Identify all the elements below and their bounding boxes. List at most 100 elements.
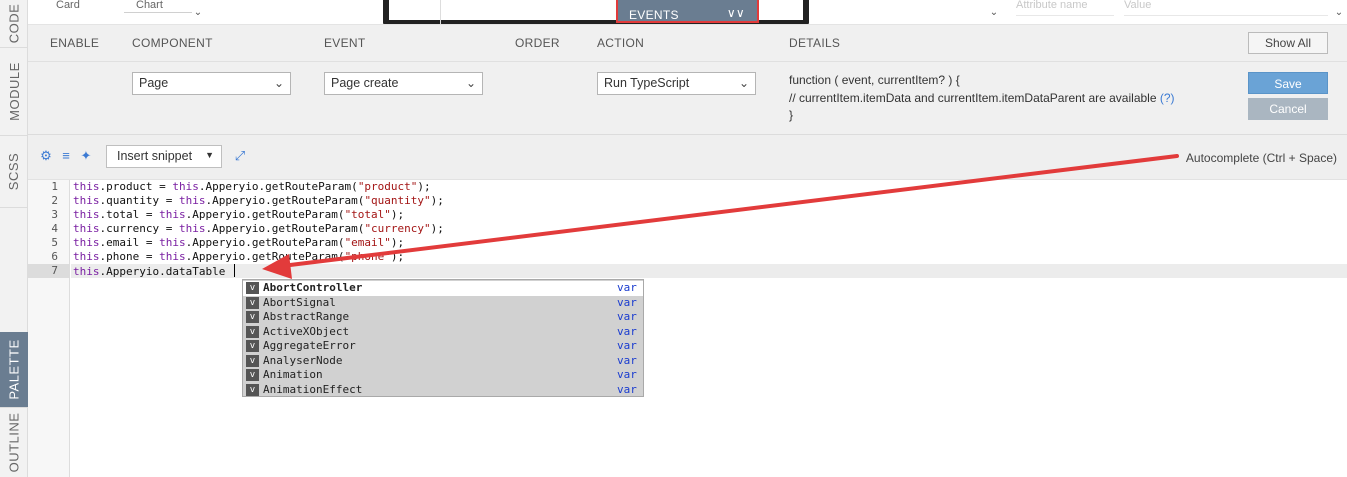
column-action: ACTION [597,36,645,50]
tab-code-label: CODE [6,3,22,44]
keyword-this: this [73,194,100,207]
code-token: ); [390,236,405,249]
events-tab-label: EVENTS [629,8,679,22]
chevron-down-icon: ⌄ [738,76,749,90]
code-token: .Apperyio.getRouteParam( [205,222,365,235]
autocomplete-item-type: var [617,295,637,309]
keyword-this: this [73,250,100,263]
tab-module-label: MODULE [6,62,22,121]
tab-palette[interactable]: PALETTE [0,332,28,408]
indent-icon[interactable]: ≡ [59,149,73,163]
autocomplete-item[interactable]: v AnalyserNode var [243,354,643,369]
event-row: Page ⌄ Page create ⌄ Run TypeScript ⌄ fu… [28,62,1347,135]
palette-item-chart[interactable]: Chart [136,0,163,11]
cancel-button[interactable]: Cancel [1248,98,1328,120]
chevron-down-icon: ⌄ [465,76,476,90]
keyword-this: this [73,208,100,221]
show-all-button[interactable]: Show All [1248,32,1328,54]
column-component: COMPONENT [132,36,213,50]
details-comment: // currentItem.itemData and currentItem.… [789,90,1175,108]
variable-icon: v [246,311,259,323]
attribute-name-input[interactable]: Attribute name [1016,0,1114,16]
events-panel-tab[interactable]: EVENTS ∨∨ [616,0,759,23]
code-line: this.phone = this.Apperyio.getRouteParam… [73,250,404,264]
autocomplete-item-name: AggregateError [263,339,356,352]
autocomplete-item-name: AnimationEffect [263,382,363,396]
chevron-down-icon[interactable]: ⌄ [987,6,1001,20]
autocomplete-item[interactable]: v Animation var [243,368,643,383]
component-select[interactable]: Page ⌄ [132,72,291,95]
autocomplete-item[interactable]: v AbstractRange var [243,310,643,325]
keyword-this: this [159,208,186,221]
save-button[interactable]: Save [1248,72,1328,94]
code-line: this.product = this.Apperyio.getRoutePar… [73,180,431,194]
palette-item-card[interactable]: Card [56,0,80,11]
chevron-down-icon: ⌄ [273,76,284,90]
left-tab-rail: CODE MODULE SCSS PALETTE OUTLINE [0,0,28,477]
code-token: .Apperyio.getRouteParam( [198,180,358,193]
code-token: .Apperyio.getRouteParam( [205,194,365,207]
autocomplete-item[interactable]: v AbortSignal var [243,296,643,311]
tab-palette-label: PALETTE [6,339,22,400]
keyword-this: this [178,222,206,235]
line-number: 3 [51,208,58,221]
autocomplete-item[interactable]: v ActiveXObject var [243,325,643,340]
autocomplete-item-name: AnalyserNode [263,353,343,367]
keyword-this: this [73,222,100,235]
string-literal: "total" [344,208,391,221]
insert-snippet-dropdown[interactable]: Insert snippet ▼ [106,145,222,168]
component-select-value: Page [139,76,169,90]
chevron-down-icon[interactable]: ⌄ [1332,6,1346,20]
event-select-value: Page create [331,76,399,90]
line-number: 1 [51,180,58,193]
code-token: .Apperyio.getRouteParam( [185,236,345,249]
code-line: this.currency = this.Apperyio.getRoutePa… [73,222,444,236]
autocomplete-item-name: Animation [263,368,323,381]
autocomplete-item[interactable]: v AnimationEffect var [243,383,643,398]
action-select[interactable]: Run TypeScript ⌄ [597,72,756,95]
autocomplete-hint: Autocomplete (Ctrl + Space) [1185,151,1337,165]
keyword-this: this [159,236,186,249]
line-number: 2 [51,194,58,207]
variable-icon: v [246,340,259,352]
code-token: .total = [99,208,160,221]
tab-scss-label: SCSS [6,152,22,191]
event-select[interactable]: Page create ⌄ [324,72,483,95]
caret-down-icon: ▼ [205,150,214,160]
tab-module[interactable]: MODULE [0,48,28,136]
column-order: ORDER [515,36,560,50]
details-close-brace: } [789,108,794,122]
line-number: 4 [51,222,58,235]
line-number: 7 [51,264,58,277]
string-literal: "currency" [364,222,431,235]
column-details: DETAILS [789,36,841,50]
autocomplete-item[interactable]: v AggregateError var [243,339,643,354]
chevron-down-icon[interactable]: ⌄ [191,6,205,20]
wand-icon[interactable]: ✦ [79,149,93,163]
keyword-this: this [73,236,100,249]
autocomplete-item-type: var [617,310,637,323]
code-token: ); [390,208,405,221]
code-editor[interactable]: 1 2 3 4 5 6 7 this.product = this.Appery… [28,180,1347,477]
active-line-highlight [71,264,1347,278]
tab-scss[interactable]: SCSS [0,136,28,208]
keyword-this: this [73,265,100,278]
help-link[interactable]: (?) [1160,91,1175,105]
details-comment-text: // currentItem.itemData and currentItem.… [789,90,1157,105]
tab-outline[interactable]: OUTLINE [0,408,28,477]
autocomplete-item-type: var [617,339,637,352]
code-token: .product = [99,180,173,193]
column-event: EVENT [324,36,366,50]
gear-icon[interactable]: ⚙ [39,149,53,163]
attribute-value-input[interactable]: Value [1124,0,1328,16]
fullscreen-icon[interactable]: ⤢ [233,149,247,163]
variable-icon: v [246,369,259,381]
autocomplete-item-name: AbortSignal [263,295,336,309]
string-literal: "email" [344,236,391,249]
column-enable: ENABLE [50,36,100,50]
autocomplete-item[interactable]: v AbortController var [243,281,643,296]
code-token: .phone = [99,250,160,263]
tab-code[interactable]: CODE [0,0,28,48]
code-line-active: this.Apperyio.dataTable [73,264,235,278]
autocomplete-item-type: var [617,382,637,396]
